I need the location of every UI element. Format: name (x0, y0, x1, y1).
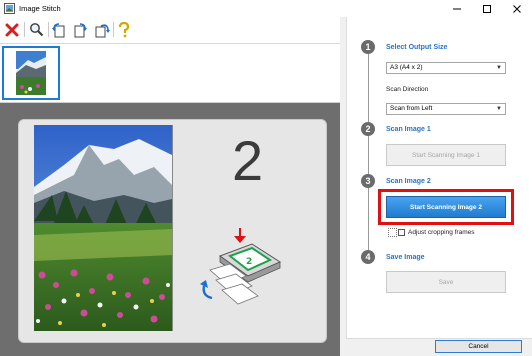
step-2-title: Scan Image 1 (386, 126, 431, 133)
save-button[interactable]: Save (386, 271, 506, 293)
step-1-badge: 1 (361, 40, 375, 54)
toolbar-separator (48, 22, 49, 37)
step-1-title: Select Output Size (386, 44, 448, 51)
start-scanning-image-1-button[interactable]: Start Scanning Image 1 (386, 144, 506, 166)
chevron-down-icon: ▼ (496, 106, 502, 112)
rotate-180-button[interactable] (93, 20, 111, 39)
scan-direction-select[interactable]: Scan from Left ▼ (386, 103, 506, 115)
step-connector (368, 136, 369, 176)
thumbnail-strip (0, 44, 340, 101)
minimize-button[interactable] (442, 0, 472, 17)
adjust-cropping-label: Adjust cropping frames (408, 229, 475, 236)
step-3-title: Scan Image 2 (386, 178, 431, 185)
start-scanning-image-2-button[interactable]: Start Scanning Image 2 (386, 196, 506, 218)
scan-direction-label: Scan Direction (386, 86, 429, 93)
cancel-button[interactable]: Cancel (435, 340, 522, 353)
delete-button[interactable] (3, 20, 21, 39)
close-x-icon (5, 23, 19, 36)
adjust-cropping-checkbox[interactable] (398, 229, 405, 236)
rotate-right-button[interactable] (71, 20, 89, 39)
chevron-down-icon: ▼ (496, 65, 502, 71)
rotate-right-icon (74, 22, 87, 37)
output-size-select[interactable]: A3 (A4 x 2) ▼ (386, 62, 506, 74)
window-title: Image Stitch (19, 4, 61, 13)
help-icon (118, 21, 130, 37)
output-size-value: A3 (A4 x 2) (390, 64, 423, 71)
zoom-icon (29, 23, 43, 37)
thumbnail-image-1[interactable] (2, 46, 60, 100)
toolbar (0, 17, 340, 43)
toolbar-separator (24, 22, 25, 37)
thumbnail-picture (16, 51, 46, 95)
image-divider (172, 125, 173, 331)
rotate-180-icon (95, 23, 110, 37)
svg-text:2: 2 (246, 257, 252, 267)
title-bar: Image Stitch (0, 0, 532, 17)
image-2-placeholder-number: 2 (232, 129, 264, 192)
step-2-badge: 2 (361, 122, 375, 136)
toolbar-separator (113, 22, 114, 37)
scanner-illustration: 2 (200, 226, 296, 306)
scanned-image-1[interactable] (34, 125, 172, 331)
scan-direction-value: Scan from Left (390, 105, 433, 112)
rotate-left-button[interactable] (50, 20, 68, 39)
zoom-button[interactable] (27, 20, 45, 39)
step-connector (368, 188, 369, 254)
step-4-badge: 4 (361, 250, 375, 264)
focus-indicator (388, 228, 397, 237)
rotate-left-icon (52, 22, 65, 37)
help-button[interactable] (115, 20, 133, 39)
close-window-button[interactable] (502, 0, 532, 17)
step-connector (368, 54, 369, 124)
maximize-button[interactable] (472, 0, 502, 17)
step-3-badge: 3 (361, 174, 375, 188)
app-icon (4, 3, 15, 14)
step-4-title: Save Image (386, 254, 425, 261)
